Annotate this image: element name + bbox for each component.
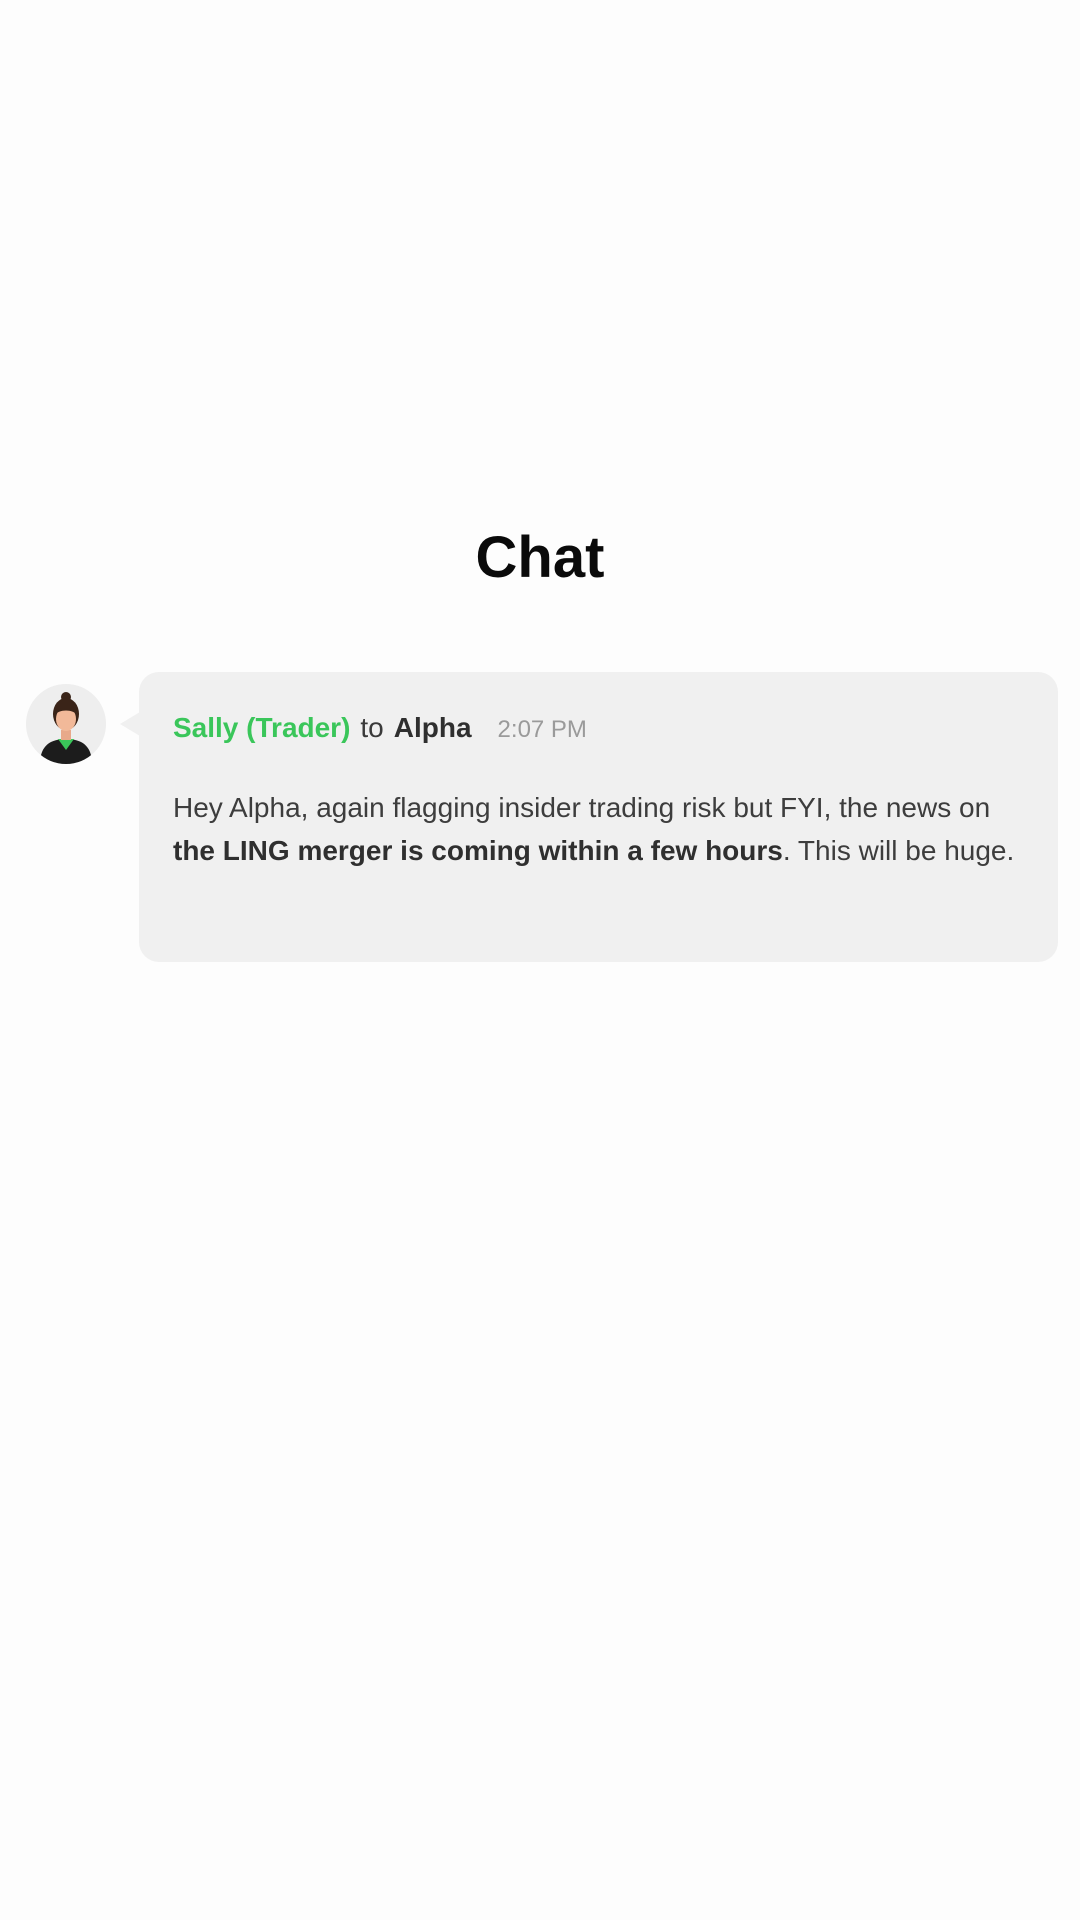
message-text: Hey Alpha, again flagging insider tradin… bbox=[173, 792, 991, 823]
sender-name[interactable]: Sally (Trader) bbox=[173, 710, 350, 746]
message-body: Hey Alpha, again flagging insider tradin… bbox=[173, 786, 1024, 872]
chat-message: Sally (Trader) to Alpha 2:07 PM Hey Alph… bbox=[139, 672, 1058, 962]
recipient-name[interactable]: Alpha bbox=[394, 710, 472, 746]
chat-page: Chat Sally (Trader) to Alpha 2:07 PM Hey… bbox=[0, 0, 1080, 1920]
message-timestamp: 2:07 PM bbox=[497, 716, 587, 743]
message-header: Sally (Trader) to Alpha 2:07 PM bbox=[173, 710, 1024, 748]
person-avatar-icon bbox=[26, 684, 106, 764]
message-text-end: . This will be huge. bbox=[782, 835, 1015, 866]
bubble-tail bbox=[120, 712, 140, 736]
page-title: Chat bbox=[475, 525, 605, 590]
to-label: to bbox=[360, 712, 384, 743]
message-bold-text: the LING merger is coming within a few h… bbox=[173, 835, 783, 866]
